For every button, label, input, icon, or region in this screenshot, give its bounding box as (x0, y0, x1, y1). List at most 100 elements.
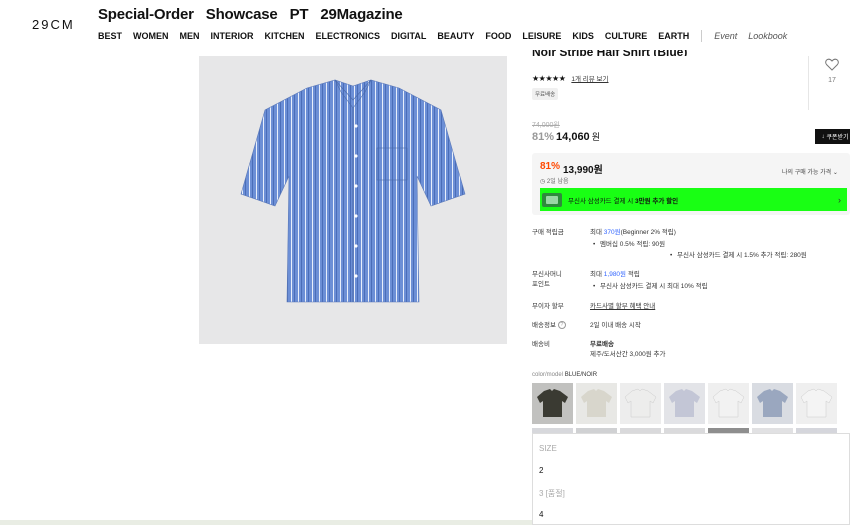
question-icon[interactable]: ? (557, 321, 566, 330)
musinsa-amount: 1,980원 (603, 271, 627, 278)
points-prefix: 최대 (590, 229, 604, 236)
shipping-info-label: 배송정보? (532, 321, 582, 331)
card-promo-banner[interactable]: 무신사 삼성카드 결제 시 3만원 추가 할인 › (540, 188, 847, 211)
shirt-icon (532, 383, 573, 424)
like-count: 17 (828, 77, 836, 84)
nav-event-link[interactable]: Event (714, 31, 737, 41)
shipping-fee-value: 무료배송 (590, 341, 614, 348)
price-row: 81% 14,060 원 (532, 130, 600, 143)
free-shipping-badge: 무료배송 (532, 88, 559, 100)
benefit-price: 13,990원 (563, 165, 603, 176)
installment-label: 무이자 할부 (532, 303, 564, 310)
benefit-discount-rate: 81% (540, 161, 561, 172)
musinsa-money-row: 무신사머니 포인트 최대 1,980원 적립 무신사 삼성카드 결제 시 최대 … (532, 270, 708, 290)
points-bullet-card: 무신사 삼성카드 결제 시 1.5% 추가 적립: 280원 (667, 252, 807, 259)
points-label: 구매 적립금 (532, 229, 564, 236)
category-beauty[interactable]: BEAUTY (437, 31, 474, 41)
top-nav-special-order[interactable]: Special-Order (98, 6, 194, 23)
size-option[interactable]: 2 (539, 466, 543, 475)
category-leisure[interactable]: LEISURE (522, 31, 561, 41)
sale-price: 14,060 (556, 131, 590, 143)
category-digital[interactable]: DIGITAL (391, 31, 426, 41)
time-left: ◷ 2일 남음 (540, 176, 569, 185)
category-electronics[interactable]: ELECTRONICS (316, 31, 381, 41)
like-button[interactable]: 17 (822, 58, 842, 84)
top-nav-magazine[interactable]: 29Magazine (320, 6, 402, 23)
product-image[interactable] (199, 56, 507, 344)
category-men[interactable]: MEN (180, 31, 200, 41)
discount-rate: 81% (532, 131, 555, 143)
shirt-icon (752, 383, 793, 424)
top-nav-pt[interactable]: PT (290, 6, 309, 23)
my-price-label: 나의 구매 가능 가격 (782, 170, 832, 176)
banner-prefix: 무신사 삼성카드 결제 시 (568, 197, 636, 205)
price-unit: 원 (591, 132, 600, 142)
installment-link[interactable]: 카드사별 할부 혜택 안내 (590, 302, 655, 312)
banner-text: 무신사 삼성카드 결제 시 3만원 추가 할인 (568, 195, 678, 205)
chevron-down-icon: ⌄ (832, 170, 838, 176)
category-best[interactable]: BEST (98, 31, 122, 41)
shipping-fee-extra: 제주/도서산간 3,000원 추가 (590, 351, 666, 358)
time-left-text: 2일 남음 (546, 179, 569, 185)
site-header: 29CM Special-Order Showcase PT 29Magazin… (0, 0, 850, 50)
heart-icon (825, 58, 839, 71)
color-thumb[interactable] (796, 383, 837, 424)
coupon-button-label: 쿠폰받기 (826, 135, 849, 141)
points-bullet-membership: 멤버십 0.5% 적립: 90원 (590, 241, 665, 248)
shipping-fee-label: 배송비 (532, 341, 550, 348)
shipping-info-label-text: 배송정보 (532, 322, 556, 329)
category-food[interactable]: FOOD (485, 31, 511, 41)
musinsa-bullet: 무신사 삼성카드 결제 시 최대 10% 적립 (590, 283, 708, 290)
points-suffix: (Beginner 2% 적립) (620, 229, 676, 236)
category-nav: BEST WOMEN MEN INTERIOR KITCHEN ELECTRON… (98, 30, 798, 42)
coupon-button[interactable]: ↓ 쿠폰받기 (815, 129, 850, 144)
chevron-right-icon: › (838, 194, 841, 205)
divider (808, 56, 809, 110)
clock-icon: ◷ (540, 179, 546, 185)
shirt-illustration (240, 79, 466, 303)
color-thumb[interactable] (576, 383, 617, 424)
size-dropdown: SIZE 2 3 [품절] 4 (532, 433, 850, 525)
musinsa-label-2: 포인트 (532, 281, 550, 288)
benefit-price-box: 81% 13,990원 ◷ 2일 남음 나의 구매 가능 가격 ⌄ 무신사 삼성… (532, 153, 850, 215)
points-row: 구매 적립금 최대 370원(Beginner 2% 적립) 멤버십 0.5% … (532, 228, 807, 259)
nav-divider (701, 30, 703, 42)
musinsa-prefix: 최대 (590, 271, 604, 278)
shirt-icon (796, 383, 837, 424)
shipping-info-value: 2일 이내 배송 시작 (590, 322, 641, 329)
top-nav-showcase[interactable]: Showcase (206, 6, 278, 23)
category-interior[interactable]: INTERIOR (211, 31, 254, 41)
color-model-label: color/model BLUE/NOIR (532, 372, 597, 378)
shirt-icon (576, 383, 617, 424)
original-price: 74,000원 (532, 122, 560, 129)
size-option[interactable]: 4 (539, 510, 543, 519)
category-kids[interactable]: KIDS (572, 31, 594, 41)
site-logo[interactable]: 29CM (32, 17, 75, 32)
points-value: 최대 370원(Beginner 2% 적립) (590, 228, 676, 238)
category-earth[interactable]: EARTH (658, 31, 689, 41)
size-option-soldout: 3 [품절] (539, 489, 565, 498)
category-culture[interactable]: CULTURE (605, 31, 647, 41)
top-nav: Special-Order Showcase PT 29Magazine (98, 6, 403, 23)
size-option-header: SIZE (539, 444, 557, 453)
color-thumb[interactable] (620, 383, 661, 424)
color-model-value: BLUE/NOIR (564, 372, 598, 378)
color-thumb[interactable] (708, 383, 749, 424)
shirt-icon (620, 383, 661, 424)
star-rating-icon: ★★★★★ (532, 73, 566, 83)
color-thumb[interactable] (664, 383, 705, 424)
banner-bold: 3만원 추가 할인 (635, 197, 679, 205)
download-icon: ↓ (821, 133, 825, 140)
review-link[interactable]: 1개 리뷰 보기 (571, 73, 608, 83)
category-women[interactable]: WOMEN (133, 31, 169, 41)
musinsa-value: 최대 1,980원 적립 (590, 270, 640, 280)
my-price-toggle[interactable]: 나의 구매 가능 가격 ⌄ (782, 167, 838, 176)
shirt-icon (708, 383, 749, 424)
points-amount: 370원 (603, 229, 621, 236)
rating: ★★★★★ 1개 리뷰 보기 (532, 73, 609, 84)
musinsa-label-1: 무신사머니 (532, 271, 562, 278)
nav-lookbook-link[interactable]: Lookbook (748, 31, 787, 41)
color-thumb[interactable] (752, 383, 793, 424)
color-thumb[interactable] (532, 383, 573, 424)
category-kitchen[interactable]: KITCHEN (265, 31, 305, 41)
